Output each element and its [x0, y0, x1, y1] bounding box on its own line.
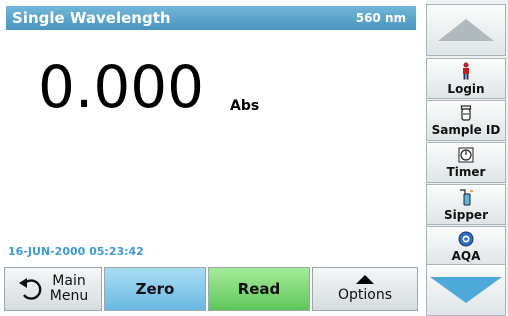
main-menu-button[interactable]: Main Menu	[4, 267, 102, 311]
timer-label: Timer	[446, 164, 486, 179]
down-arrow-icon	[430, 277, 502, 303]
zero-label: Zero	[135, 280, 175, 298]
sample-id-button[interactable]: Sample ID	[426, 100, 506, 141]
program-title: Single Wavelength	[12, 9, 171, 27]
main-panel: Single Wavelength 560 nm 0.000 Abs 16-JU…	[0, 0, 422, 313]
aqa-icon	[458, 231, 474, 246]
scroll-up-button[interactable]	[426, 4, 506, 56]
aqa-label: AQA	[451, 248, 481, 263]
back-arrow-icon	[18, 278, 42, 300]
sample-id-label: Sample ID	[431, 122, 501, 137]
up-arrow-icon	[438, 19, 494, 41]
timer-button[interactable]: Timer	[426, 142, 506, 183]
sample-container-icon	[460, 104, 472, 121]
main-menu-label-line2: Menu	[49, 288, 89, 304]
date-time: 16-JUN-2000 05:23:42	[8, 245, 144, 258]
sipper-icon	[460, 188, 473, 205]
absorbance-value: 0.000	[38, 53, 205, 121]
bottom-toolbar: Main Menu Zero Read Options	[0, 265, 422, 313]
login-button[interactable]: Login	[426, 58, 506, 99]
person-icon	[463, 62, 469, 79]
read-label: Read	[237, 280, 281, 298]
zero-button[interactable]: Zero	[104, 267, 206, 311]
options-arrow-icon	[356, 275, 374, 284]
sipper-label: Sipper	[444, 207, 488, 222]
options-button[interactable]: Options	[312, 267, 418, 311]
login-label: Login	[447, 81, 485, 96]
absorbance-unit: Abs	[230, 98, 260, 114]
options-label: Options	[337, 287, 393, 303]
timer-icon	[458, 147, 474, 162]
side-toolbar: Login Sample ID Timer Sipper AQA	[426, 0, 508, 316]
aqa-button[interactable]: AQA	[426, 226, 506, 267]
main-menu-label-line1: Main	[52, 273, 86, 289]
title-bar: Single Wavelength 560 nm	[6, 6, 416, 30]
scroll-down-button[interactable]	[426, 264, 506, 316]
sipper-button[interactable]: Sipper	[426, 184, 506, 225]
wavelength-readout: 560 nm	[355, 11, 406, 25]
read-button[interactable]: Read	[208, 267, 310, 311]
